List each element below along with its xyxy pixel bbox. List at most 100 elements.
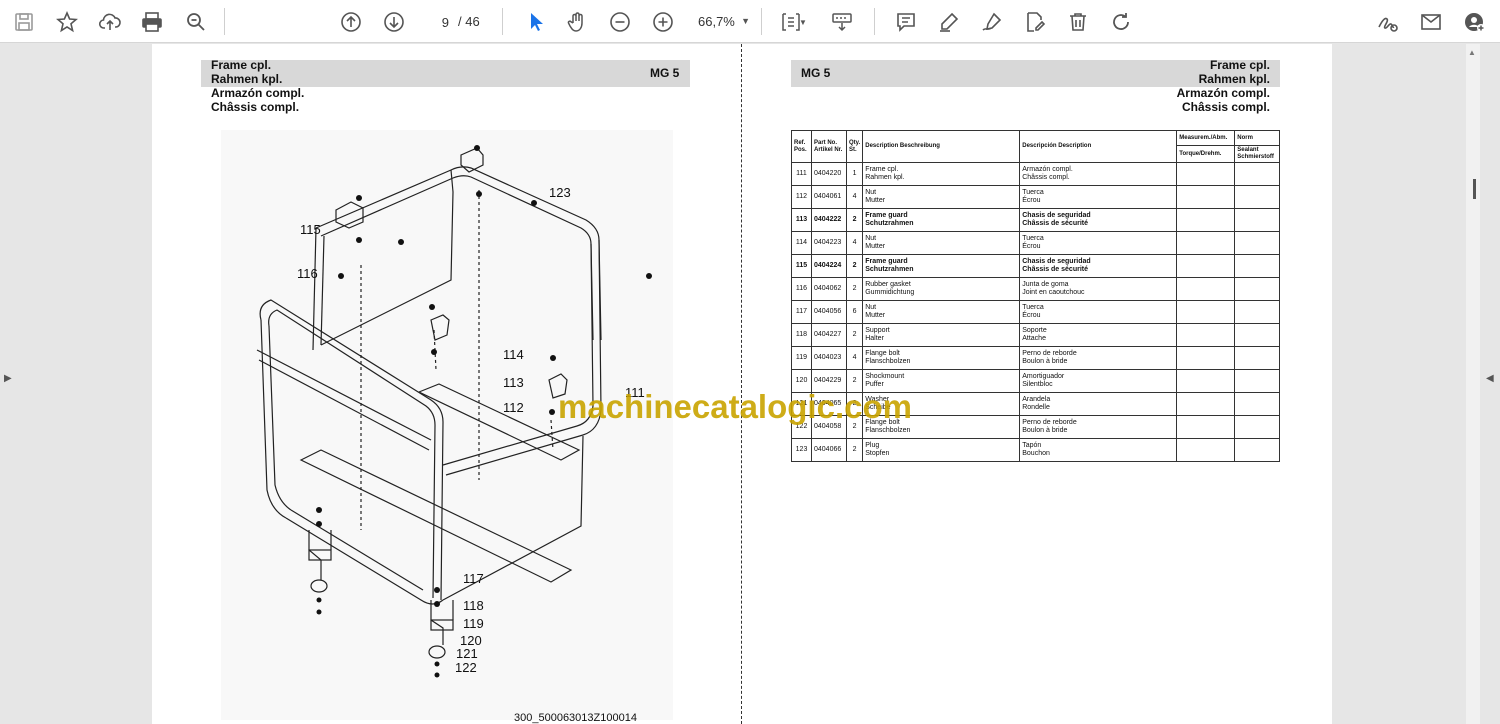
previous-page-icon[interactable] — [337, 8, 365, 36]
account-icon[interactable] — [1461, 8, 1489, 36]
table-row: 116 0404062 2 Rubber gasket Gummidichtung Jun… — [791, 277, 1281, 301]
ref-cell: 123 — [791, 438, 812, 462]
table-row: 118 0404227 2 Support Halter Soporte Attache — [791, 323, 1281, 347]
toolbar-separator — [224, 8, 225, 35]
torque-cell — [1176, 369, 1236, 393]
ref-cell: 111 — [791, 162, 812, 186]
description-cell: Nut Mutter — [862, 300, 1021, 324]
descripcion-cell-line: Junta de goma — [1022, 281, 1069, 288]
descripcion-cell-line: Tuerca — [1022, 235, 1044, 242]
zoom-in-icon[interactable] — [649, 8, 677, 36]
descripcion-cell-line: Écrou — [1022, 312, 1041, 319]
vertical-scrollbar[interactable] — [1466, 44, 1480, 724]
column-header-ref: Ref. Pos. — [791, 130, 812, 163]
qty-cell: 4 — [845, 231, 864, 255]
descripcion-cell-line: Chasis de seguridad — [1022, 212, 1091, 219]
table-row: 117 0404056 6 Nut Mutter Tuerca Écrou — [791, 300, 1281, 324]
scroll-up-icon[interactable]: ▲ — [1468, 48, 1476, 57]
chevron-down-icon[interactable]: ▼ — [797, 8, 809, 36]
callout-label: 113 — [503, 375, 524, 390]
descripcion-cell: Chasis de seguridad Châssis de sécurité — [1019, 208, 1178, 232]
next-page-icon[interactable] — [380, 8, 408, 36]
delete-trash-icon[interactable] — [1064, 8, 1092, 36]
edit-document-icon[interactable] — [1021, 8, 1049, 36]
description-cell: Nut Mutter — [862, 185, 1021, 209]
print-icon[interactable] — [138, 8, 166, 36]
sealant-cell — [1234, 185, 1281, 209]
torque-cell — [1176, 162, 1236, 186]
table-row: 114 0404223 4 Nut Mutter Tuerca Écrou — [791, 231, 1281, 255]
right-header-title: Châssis compl. — [1181, 100, 1270, 114]
callout-label: 118 — [463, 598, 484, 613]
comment-icon[interactable] — [892, 8, 920, 36]
zoom-out-icon[interactable] — [606, 8, 634, 36]
hand-tool-icon[interactable] — [563, 8, 591, 36]
sealant-cell — [1234, 277, 1281, 301]
sealant-cell — [1234, 162, 1281, 186]
sign-icon[interactable] — [1374, 8, 1402, 36]
description-cell-line: Mutter — [865, 312, 886, 319]
table-row: 123 0404066 2 Plug Stopfen Tapón Bouchon — [791, 438, 1281, 462]
highlight-pen-icon[interactable] — [935, 8, 963, 36]
ref-cell: 114 — [791, 231, 812, 255]
sealant-cell — [1234, 323, 1281, 347]
toolbar-separator — [874, 8, 875, 35]
descripcion-cell-line: Tuerca — [1022, 304, 1044, 311]
descripcion-cell-line: Écrou — [1022, 197, 1041, 204]
sealant-cell — [1234, 254, 1281, 278]
descripcion-cell-line: Châssis de sécurité — [1022, 266, 1088, 273]
page-number-input[interactable]: 9 — [424, 9, 454, 34]
description-cell-line: Mutter — [865, 197, 886, 204]
scroll-mode-icon[interactable] — [828, 8, 856, 36]
descripcion-cell: Arandela Rondelle — [1019, 392, 1178, 416]
torque-cell — [1176, 392, 1236, 416]
zoom-level-select[interactable]: 66,7% ▼ — [692, 9, 754, 34]
descripcion-cell: Junta de goma Joint en caoutchouc — [1019, 277, 1178, 301]
callout-label: 115 — [300, 222, 321, 237]
page-spread-divider — [741, 44, 742, 724]
rotate-icon[interactable] — [1107, 8, 1135, 36]
select-cursor-icon[interactable] — [521, 8, 549, 36]
email-icon[interactable] — [1417, 8, 1445, 36]
ref-cell: 115 — [791, 254, 812, 278]
upload-cloud-icon[interactable] — [96, 8, 124, 36]
measurement-label: Measurem./Abm. — [1177, 131, 1235, 146]
descripcion-cell: Armazón compl. Châssis compl. — [1019, 162, 1178, 186]
torque-cell — [1176, 438, 1236, 462]
norm-label: Norm — [1235, 131, 1280, 146]
sealant-cell — [1234, 208, 1281, 232]
qty-cell: 2 — [845, 438, 864, 462]
part-number-cell: 0404061 — [811, 185, 847, 209]
expand-right-panel-icon[interactable]: ◀ — [1486, 373, 1494, 384]
descripcion-cell-line: Arandela — [1022, 396, 1051, 403]
description-cell: Plug Stopfen — [862, 438, 1021, 462]
sealant-cell — [1234, 346, 1281, 370]
torque-cell — [1176, 208, 1236, 232]
description-cell-line: Flange bolt — [865, 350, 900, 357]
description-cell-line: Shockmount — [865, 373, 905, 380]
qty-cell: 4 — [845, 346, 864, 370]
save-icon[interactable] — [10, 8, 38, 36]
part-number-cell: 0404223 — [811, 231, 847, 255]
qty-cell: 2 — [845, 208, 864, 232]
ref-cell: 116 — [791, 277, 812, 301]
column-header-measurement: Measurem./Abm. Torque/Drehm. — [1176, 130, 1236, 163]
description-cell: Nut Mutter — [862, 231, 1021, 255]
bookmark-star-icon[interactable] — [53, 8, 81, 36]
sealant-cell — [1234, 392, 1281, 416]
descripcion-cell-line: Perno de reborde — [1022, 419, 1077, 426]
ref-cell: 118 — [791, 323, 812, 347]
expand-left-panel-icon[interactable]: ▶ — [4, 373, 12, 384]
descripcion-cell-line: Rondelle — [1022, 404, 1050, 411]
part-number-cell: 0404224 — [811, 254, 847, 278]
description-cell-line: Nut — [865, 189, 877, 196]
draw-freehand-icon[interactable] — [978, 8, 1006, 36]
qty-cell: 4 — [845, 185, 864, 209]
qty-cell: 2 — [845, 323, 864, 347]
description-cell-line: Rubber gasket — [865, 281, 911, 288]
scrollbar-thumb[interactable] — [1473, 179, 1476, 199]
zoom-search-icon[interactable] — [182, 8, 210, 36]
callout-label: 114 — [503, 347, 524, 362]
column-header-part-no: Part No. Artikel Nr. — [811, 130, 847, 163]
descripcion-cell: Tuerca Écrou — [1019, 185, 1178, 209]
